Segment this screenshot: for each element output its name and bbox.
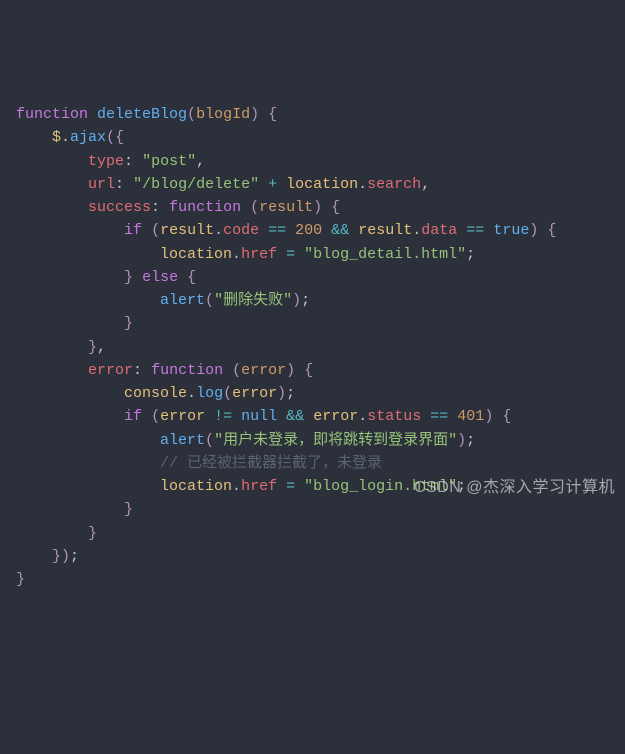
keyword-function-2: function: [169, 199, 241, 216]
code-block: function deleteBlog(blogId) { $.ajax({ t…: [16, 103, 609, 591]
prop-data: data: [421, 222, 457, 239]
str-need-login: "用户未登录，即将跳转到登录界面": [214, 432, 457, 449]
console-obj: console: [124, 385, 187, 402]
kw-null: null: [241, 408, 277, 425]
location-obj-2: location: [160, 246, 232, 263]
prop-type: type: [88, 153, 124, 170]
function-name: deleteBlog: [97, 106, 187, 123]
keyword-else: else: [142, 269, 178, 286]
keyword-if-2: if: [124, 408, 142, 425]
watermark: CSDN @杰深入学习计算机: [414, 476, 615, 501]
ref-result-2: result: [358, 222, 412, 239]
ref-error-3: error: [313, 408, 358, 425]
num-401: 401: [457, 408, 484, 425]
str-post: "post": [142, 153, 196, 170]
str-url: "/blog/delete": [133, 176, 259, 193]
prop-status: status: [367, 408, 421, 425]
prop-href: href: [241, 246, 277, 263]
keyword-function-3: function: [151, 362, 223, 379]
jquery-symbol: $: [52, 129, 61, 146]
location-obj: location: [286, 176, 358, 193]
ref-error-2: error: [160, 408, 205, 425]
location-obj-3: location: [160, 478, 232, 495]
prop-code: code: [223, 222, 259, 239]
ajax-call: ajax: [70, 129, 106, 146]
param-result: result: [259, 199, 313, 216]
op-ne: !=: [214, 408, 232, 425]
op-eq-2: ==: [466, 222, 484, 239]
op-and-2: &&: [286, 408, 304, 425]
op-eq-3: ==: [430, 408, 448, 425]
alert-fn: alert: [160, 292, 205, 309]
op-and: &&: [331, 222, 349, 239]
prop-error: error: [88, 362, 133, 379]
log-fn: log: [196, 385, 223, 402]
prop-href-2: href: [241, 478, 277, 495]
alert-fn-2: alert: [160, 432, 205, 449]
op-eq: ==: [268, 222, 286, 239]
param-blogid: blogId: [196, 106, 250, 123]
bool-true: true: [493, 222, 529, 239]
prop-search: search: [367, 176, 421, 193]
comment-line: // 已经被拦截器拦截了，未登录: [160, 455, 382, 472]
ref-error: error: [232, 385, 277, 402]
str-blog-detail: "blog_detail.html": [304, 246, 466, 263]
keyword-function: function: [16, 106, 88, 123]
num-200: 200: [295, 222, 322, 239]
str-delete-fail: "删除失败": [214, 292, 292, 309]
ref-result: result: [160, 222, 214, 239]
param-error: error: [241, 362, 286, 379]
keyword-if: if: [124, 222, 142, 239]
prop-success: success: [88, 199, 151, 216]
prop-url: url: [88, 176, 115, 193]
